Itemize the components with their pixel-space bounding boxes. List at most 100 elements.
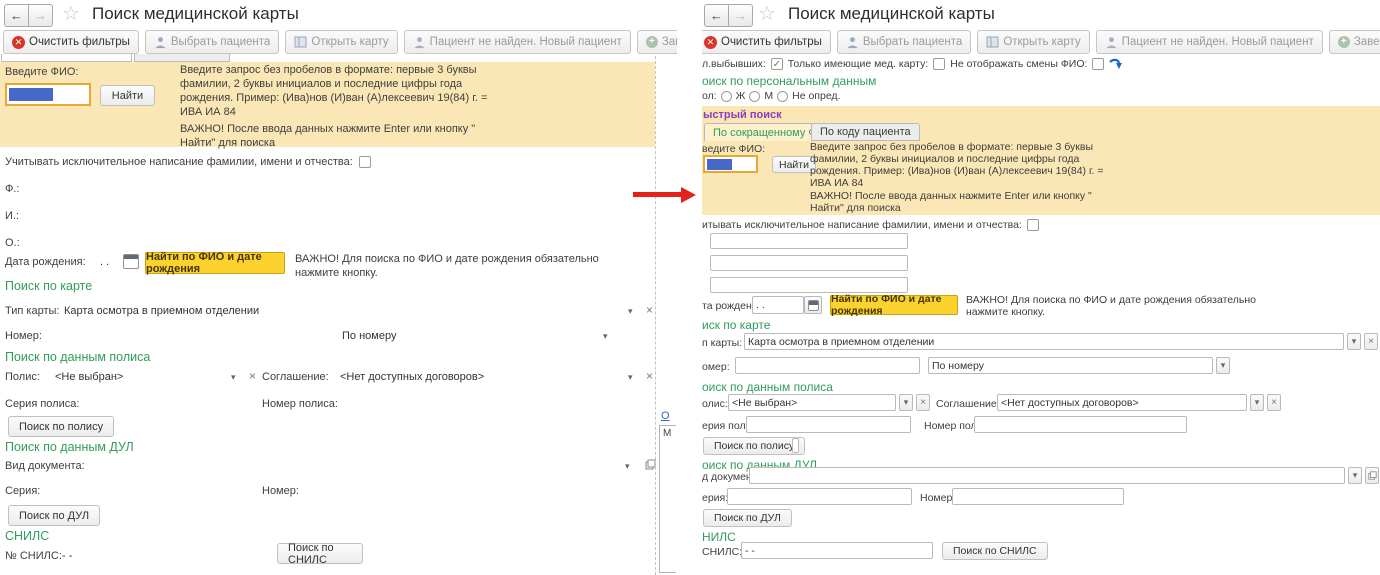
dropdown-button[interactable]: ▾ <box>1250 394 1264 411</box>
clear-field-icon[interactable]: × <box>646 370 653 382</box>
hint-line: фамилии, 2 буквы инициалов и последние ц… <box>810 153 1103 165</box>
dropdown-icon[interactable]: ▾ <box>628 307 633 316</box>
section-card-search: иск по карте <box>702 318 770 332</box>
forward-icon: → <box>34 8 47 23</box>
section-dul-search: Поиск по данным ДУЛ <box>5 440 134 454</box>
hint-line: ВАЖНО! После ввода данных нажмите Enter … <box>180 122 475 136</box>
forward-button[interactable]: → <box>29 4 53 27</box>
back-button[interactable]: ← <box>4 4 29 27</box>
search-by-snils-button[interactable]: Поиск по СНИЛС <box>277 543 363 564</box>
clear-filters-button[interactable]: ✕ Очистить фильтры <box>3 30 139 54</box>
find-by-fio-dob-button[interactable]: Найти по ФИО и дате рождения <box>145 252 285 274</box>
policy-number-input[interactable] <box>974 416 1187 433</box>
hint-line: Найти" для поиска <box>180 136 475 150</box>
search-by-policy-button[interactable]: Поиск по полису <box>703 437 805 455</box>
calendar-icon[interactable] <box>123 254 139 269</box>
exclude-departed-checkbox[interactable]: ✓ <box>771 58 783 70</box>
search-by-dul-button[interactable]: Поиск по ДУЛ <box>8 505 100 526</box>
exclusive-spelling-checkbox[interactable] <box>1027 219 1039 231</box>
card-type-value[interactable]: Карта осмотра в приемном отделении <box>64 305 259 317</box>
dropdown-button[interactable]: ▾ <box>1216 357 1230 374</box>
splitter[interactable] <box>655 56 656 575</box>
gender-undef-radio[interactable] <box>777 91 788 102</box>
clear-field-button[interactable]: × <box>1364 333 1378 350</box>
go-arrow-icon[interactable] <box>1109 58 1122 70</box>
forward-button[interactable]: → <box>729 4 753 27</box>
dropdown-button[interactable]: ▾ <box>899 394 913 411</box>
dropdown-button[interactable]: ▾ <box>1348 467 1362 484</box>
dropdown-icon[interactable]: ▾ <box>628 373 633 382</box>
policy-combo[interactable]: <Не выбран> <box>728 394 896 411</box>
side-panel-link[interactable]: О <box>661 410 670 422</box>
favorite-star-icon[interactable]: ☆ <box>758 4 776 24</box>
card-number-input[interactable] <box>735 357 920 374</box>
dul-series-input[interactable] <box>727 488 912 505</box>
clear-filters-button[interactable]: ✕ Очистить фильтры <box>702 30 831 54</box>
patronymic-input[interactable] <box>710 277 908 293</box>
dob-input[interactable]: . . <box>752 296 804 314</box>
favorite-star-icon[interactable]: ☆ <box>62 4 80 24</box>
snils-input[interactable]: - - <box>741 542 933 559</box>
dropdown-icon[interactable]: ▾ <box>231 373 236 382</box>
dropdown-icon[interactable]: ▾ <box>603 332 608 341</box>
forward-icon: → <box>734 8 747 23</box>
warn-line: нажмите кнопку. <box>295 266 599 280</box>
gender-female-radio[interactable] <box>721 91 732 102</box>
open-choice-button[interactable] <box>1365 467 1379 484</box>
name-input[interactable] <box>710 255 908 271</box>
find-button[interactable]: Найти <box>100 85 155 106</box>
quick-search-header: ыстрый поиск <box>703 109 782 121</box>
section-policy-search: Поиск по данным полиса <box>5 350 150 364</box>
tab-patient-code[interactable]: По коду пациента <box>811 123 920 141</box>
create-card-button[interactable]: + Завести карту <box>1329 30 1380 54</box>
small-empty-field[interactable] <box>792 438 799 453</box>
agreement-value[interactable]: <Нет доступных договоров> <box>340 371 484 383</box>
exclusive-spelling-checkbox[interactable] <box>359 156 371 168</box>
select-patient-button[interactable]: Выбрать пациента <box>837 30 971 54</box>
card-type-input[interactable]: Карта осмотра в приемном отделении <box>744 333 1344 350</box>
surname-input[interactable] <box>710 233 908 249</box>
dropdown-button[interactable]: ▾ <box>1347 333 1361 350</box>
card-icon <box>986 36 999 48</box>
snils-value[interactable]: - - <box>62 550 72 562</box>
by-number-value[interactable]: По номеру <box>342 330 396 342</box>
back-button[interactable]: ← <box>704 4 729 27</box>
select-patient-button[interactable]: Выбрать пациента <box>145 30 279 54</box>
dropdown-icon: ▾ <box>1221 361 1226 370</box>
patient-not-found-button[interactable]: Пациент не найден. Новый пациент <box>1096 30 1323 54</box>
policy-series-input[interactable] <box>746 416 911 433</box>
calendar-button[interactable] <box>804 296 822 314</box>
open-card-button[interactable]: Открыть карту <box>977 30 1089 54</box>
patient-not-found-button[interactable]: Пациент не найден. Новый пациент <box>404 30 631 54</box>
policy-value[interactable]: <Не выбран> <box>55 371 123 383</box>
gender-male-radio[interactable] <box>749 91 760 102</box>
clear-field-button[interactable]: × <box>916 394 930 411</box>
card-type-label: п карты: <box>702 337 742 349</box>
dob-warning: ВАЖНО! Для поиска по ФИО и дате рождения… <box>295 252 599 280</box>
find-by-fio-dob-button[interactable]: Найти по ФИО и дате рождения <box>830 295 958 315</box>
toolbar: ✕ Очистить фильтры Выбрать пациента Откр… <box>702 30 1380 54</box>
dul-number-input[interactable] <box>952 488 1124 505</box>
search-by-dul-button[interactable]: Поиск по ДУЛ <box>703 509 792 527</box>
only-with-card-checkbox[interactable] <box>933 58 945 70</box>
clear-field-icon[interactable]: × <box>249 370 256 382</box>
agreement-combo[interactable]: <Нет доступных договоров> <box>997 394 1247 411</box>
fio-label: ведите ФИО: <box>702 143 765 155</box>
fio-input[interactable] <box>703 155 758 173</box>
fio-input[interactable] <box>5 83 91 106</box>
clear-field-icon: × <box>920 398 926 408</box>
dropdown-icon[interactable]: ▾ <box>625 462 630 471</box>
by-number-combo[interactable]: По номеру <box>928 357 1213 374</box>
tab-stub-code[interactable] <box>134 54 230 62</box>
dob-value[interactable]: . . <box>100 256 109 268</box>
card-number-label: Номер: <box>5 330 42 342</box>
hide-fio-changes-checkbox[interactable] <box>1092 58 1104 70</box>
clear-field-icon[interactable]: × <box>646 304 653 316</box>
document-kind-input[interactable] <box>749 467 1345 484</box>
search-by-snils-button[interactable]: Поиск по СНИЛС <box>942 542 1048 560</box>
create-card-button[interactable]: + Завести карту <box>637 30 677 54</box>
tab-stub-fio[interactable] <box>1 54 132 62</box>
search-by-policy-button[interactable]: Поиск по полису <box>8 416 114 437</box>
open-card-button[interactable]: Открыть карту <box>285 30 397 54</box>
clear-field-button[interactable]: × <box>1267 394 1281 411</box>
